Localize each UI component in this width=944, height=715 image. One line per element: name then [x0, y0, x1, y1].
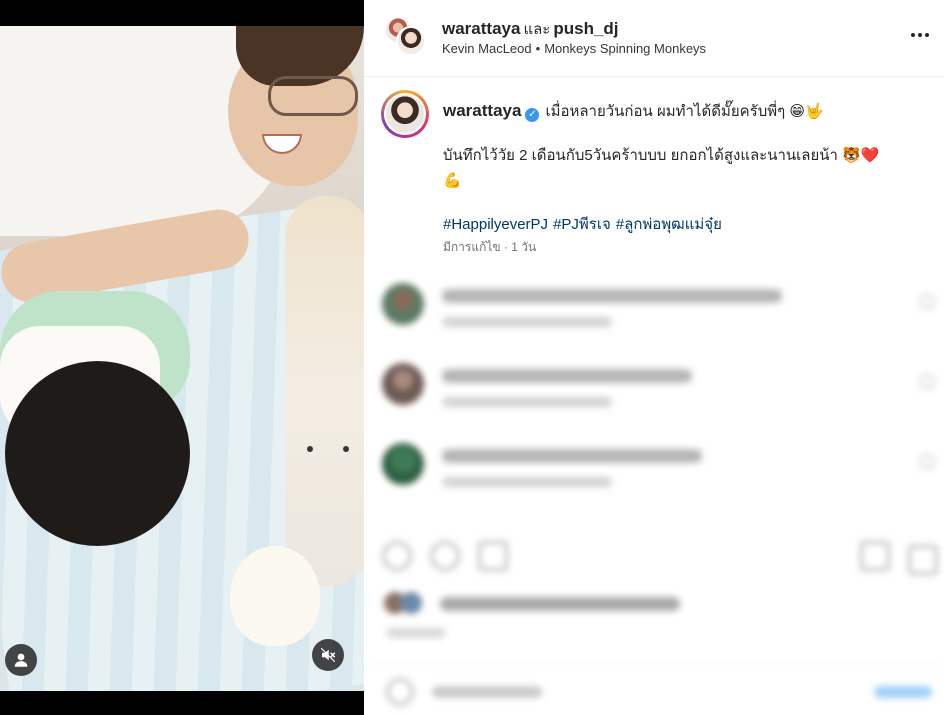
post-details-panel: warattaya และ push_dj Kevin MacLeod • Monkey… [364, 0, 944, 715]
tagged-users-button[interactable] [5, 644, 37, 676]
music-info[interactable]: Kevin MacLeod • Monkeys Spinning Monkeys [442, 41, 706, 56]
caption-username[interactable]: warattaya [443, 101, 521, 120]
video-scene-egg-pattern [230, 546, 320, 646]
emoji-icon[interactable] [386, 678, 414, 706]
hashtag-link[interactable]: #PJพีรเจ [553, 216, 611, 233]
comment-meta [442, 477, 612, 487]
more-dot [918, 33, 922, 37]
more-options-button[interactable] [908, 25, 932, 45]
comment-meta [442, 317, 612, 327]
caption-emoji: 💪 [443, 171, 462, 189]
likes-text [440, 597, 680, 611]
avatar[interactable] [396, 26, 426, 56]
post-authors: warattaya และ push_dj [442, 17, 619, 41]
music-separator: • [535, 41, 541, 56]
caption-line-1: warattaya ✓ เมื่อหลายวันก่อน ผมทำได้ดีมั๊ย… [443, 99, 923, 124]
video-scene-plush-toy [285, 196, 364, 586]
mute-toggle-button[interactable] [312, 639, 344, 671]
post-date [386, 628, 446, 638]
bookmark-icon[interactable] [908, 545, 938, 575]
avatar [384, 93, 426, 135]
avatar [400, 592, 422, 614]
more-dot [925, 33, 929, 37]
heart-icon[interactable] [920, 455, 934, 469]
comment [382, 363, 942, 423]
video-scene-baby-head [5, 361, 190, 546]
heart-icon[interactable] [920, 295, 934, 309]
add-comment-bar [364, 665, 944, 715]
avatar[interactable] [382, 443, 424, 485]
caption-author-avatar[interactable] [381, 90, 429, 138]
more-dot [911, 33, 915, 37]
speaker-muted-icon [320, 647, 336, 663]
heart-icon[interactable] [920, 375, 934, 389]
comment-icon[interactable] [430, 541, 460, 571]
post-actions [382, 537, 942, 577]
caption-hashtags: #HappilyeverPJ #PJพีรเจ #ลูกพ่อพุฒแม่จุ๋ย [443, 213, 923, 237]
collab-avatars[interactable] [384, 16, 426, 58]
comment [382, 283, 942, 343]
comment-text [442, 449, 702, 463]
post-video[interactable] [0, 26, 364, 691]
post-header: warattaya และ push_dj Kevin MacLeod • Monkey… [364, 0, 944, 77]
caption-text: บันทึกไว้วัย 2 เดือนกับ5วันคร้าบบบ ยกอกไ… [443, 147, 838, 164]
share-icon[interactable] [478, 541, 508, 571]
post-media[interactable] [0, 0, 364, 715]
hashtag-link[interactable]: #HappilyeverPJ [443, 216, 548, 233]
author-link[interactable]: warattaya [442, 19, 520, 38]
music-title[interactable]: Monkeys Spinning Monkeys [544, 41, 706, 56]
music-artist[interactable]: Kevin MacLeod [442, 41, 532, 56]
caption-text: เมื่อหลายวันก่อน ผมทำได้ดีมั๊ยครับพี่ๆ [545, 103, 786, 120]
like-icon[interactable] [382, 541, 412, 571]
author-link[interactable]: push_dj [553, 19, 618, 38]
caption-emoji: 😁🤟 [789, 102, 824, 120]
verified-badge-icon: ✓ [525, 108, 540, 122]
person-icon [14, 653, 28, 667]
hashtag-link[interactable]: #ลูกพ่อพุฒแม่จุ๋ย [616, 216, 722, 233]
avatar[interactable] [382, 283, 424, 325]
comment [382, 443, 942, 503]
save-icon[interactable] [860, 541, 890, 571]
caption-meta: มีการแก้ไข · 1 วัน [443, 240, 537, 254]
comment-text [442, 369, 692, 383]
video-scene-glasses [268, 76, 358, 116]
caption-emoji: 🐯❤️ [842, 146, 880, 164]
post-comment-button[interactable] [874, 686, 932, 698]
author-joiner: และ [523, 21, 551, 38]
comment-text [442, 289, 782, 303]
comment-meta [442, 397, 612, 407]
avatar[interactable] [382, 363, 424, 405]
caption-line-2: บันทึกไว้วัย 2 เดือนกับ5วันคร้าบบบ ยกอกไ… [443, 143, 923, 193]
comment-input[interactable] [432, 686, 542, 698]
post-caption: warattaya ✓ เมื่อหลายวันก่อน ผมทำได้ดีมั๊ย… [443, 99, 923, 237]
likes-summary[interactable] [384, 592, 684, 614]
